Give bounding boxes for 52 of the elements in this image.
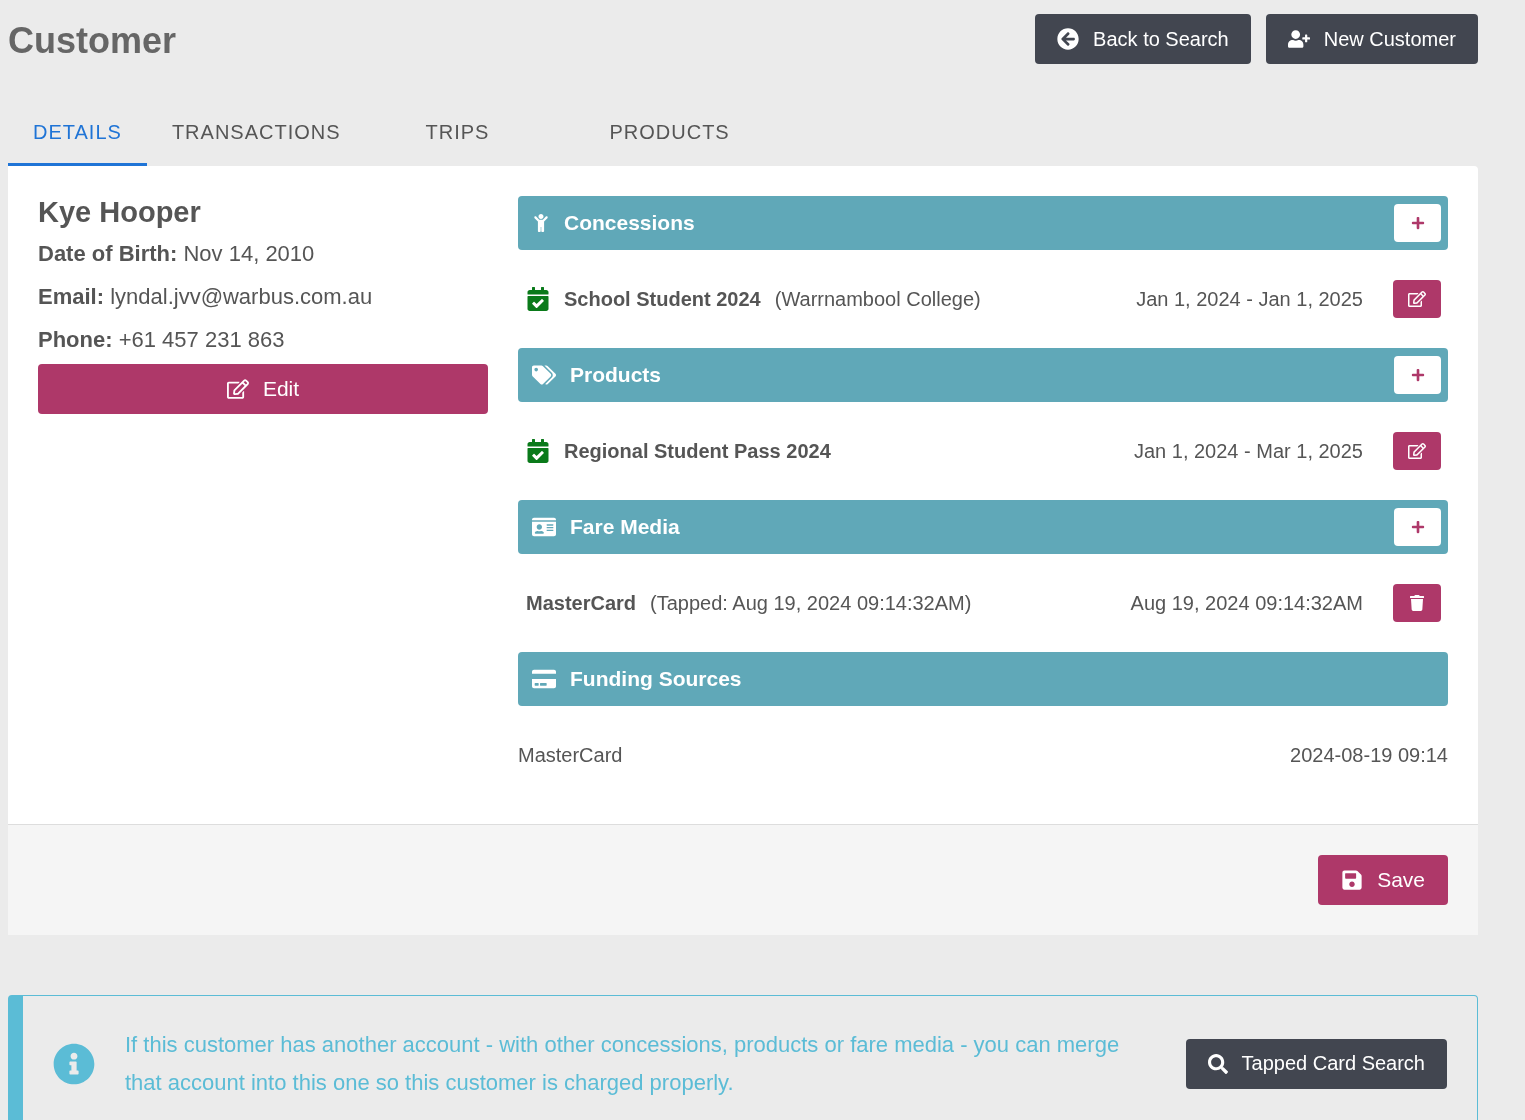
item-date: Jan 1, 2024 - Mar 1, 2025 [1133,439,1363,463]
customer-name: Kye Hooper [38,196,202,229]
section-title: Products [570,363,662,387]
edit-button[interactable]: Edit [38,364,488,414]
search-icon [1207,1053,1228,1074]
item-date: Jan 1, 2024 - Jan 1, 2025 [1136,287,1363,311]
trash-icon [1409,595,1425,611]
person-icon [532,214,550,232]
item-date: Aug 19, 2024 09:14:32AM [1130,591,1363,615]
credit-card-icon [532,667,556,691]
edit-button[interactable] [1393,432,1441,470]
calendar-check-icon [526,439,550,463]
item-note: (Tapped: Aug 19, 2024 09:14:32AM) [650,591,973,615]
customer-field: Phone: +61 457 231 863 [38,327,488,353]
save-icon [1341,869,1364,891]
tab[interactable]: PRODUCTS [549,102,790,166]
plus-icon [1410,520,1425,534]
item-name: MasterCard [526,591,637,615]
plus-icon [1410,216,1425,230]
edit-button[interactable] [1393,280,1441,318]
plus-icon [1410,368,1425,382]
section-title: Concessions [564,211,696,235]
item-date: 2024-08-19 09:14 [1290,743,1448,767]
tab[interactable]: TRANSACTIONS [146,102,366,166]
item-name: School Student 2024 [564,287,761,311]
customer-field: Date of Birth: Nov 14, 2010 [38,241,488,267]
back-to-search-button[interactable]: Back to Search [1035,14,1251,64]
section-title: Fare Media [570,515,681,539]
add-button[interactable] [1394,356,1441,394]
tapped-card-search-button[interactable]: Tapped Card Search [1185,1038,1447,1089]
edit-icon [1408,442,1426,460]
new-customer-button[interactable]: New Customer [1265,14,1478,64]
item-note: (Warrnambool College) [774,287,982,311]
page-title: Customer [8,20,177,62]
info-icon [53,1042,95,1085]
section-title: Funding Sources [570,667,743,691]
calendar-check-icon [526,287,550,311]
id-card-icon [532,515,556,539]
add-user-icon [1287,28,1310,50]
info-message: If this customer has another account - with other concessions, products or fare media - you can merge that account into this one so this customer is charged properly. [125,1030,1121,1097]
tags-icon [532,363,556,387]
save-button[interactable]: Save [1318,855,1448,905]
add-button[interactable] [1394,508,1441,546]
tab[interactable]: TRIPS [365,102,550,166]
delete-button[interactable] [1393,584,1441,622]
item-name: MasterCard [518,743,623,767]
item-name: Regional Student Pass 2024 [564,439,831,463]
edit-icon [226,378,249,400]
back-arrow-icon [1057,28,1080,50]
customer-field: Email: lyndal.jvv@warbus.com.au [38,284,488,310]
add-button[interactable] [1394,204,1441,242]
edit-icon [1408,290,1426,308]
